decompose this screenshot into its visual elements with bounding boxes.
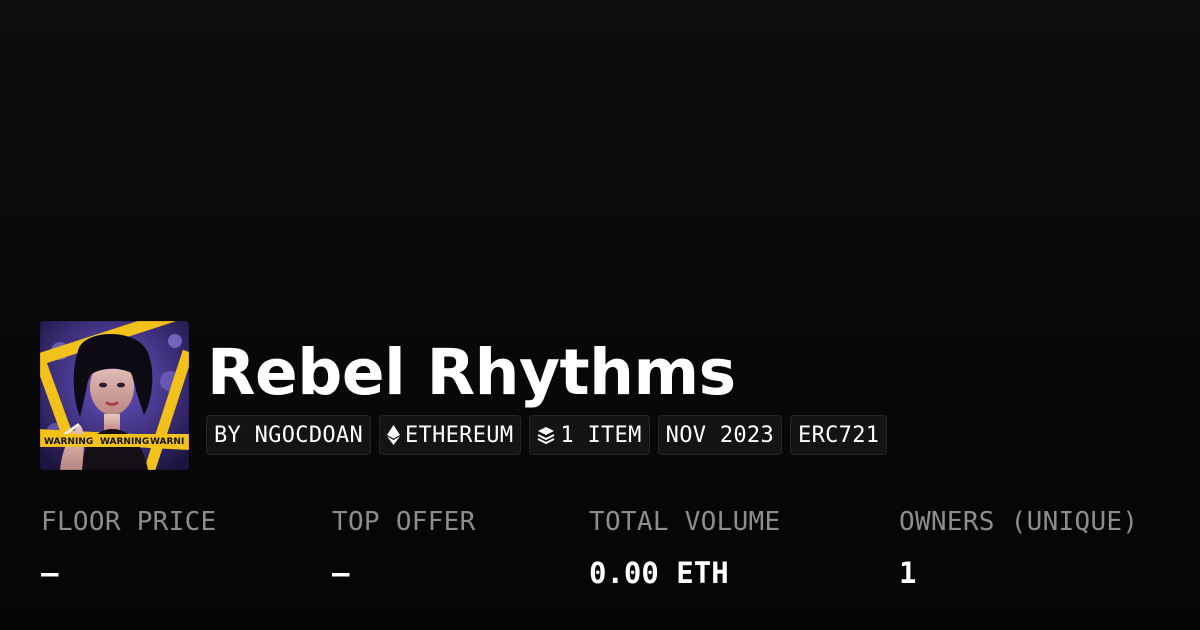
token-standard-label: ERC721 (798, 422, 880, 448)
created-date-label: NOV 2023 (665, 422, 775, 448)
collection-info-pills: BY NGOCDOAN ETHEREUM 1 ITEM NOV 2023 ERC… (206, 415, 888, 455)
item-count-label: 1 ITEM (560, 422, 642, 448)
stat-label: TOP OFFER (332, 507, 476, 537)
created-date-pill: NOV 2023 (657, 415, 783, 455)
stat-label: OWNERS (UNIQUE) (899, 507, 1139, 537)
stat-label: FLOOR PRICE (41, 507, 217, 537)
stat-value: – (332, 556, 350, 590)
collection-title: Rebel Rhythms (207, 336, 736, 409)
collection-artwork: WARNING WARNING WARNI (40, 321, 189, 470)
collection-avatar: WARNING WARNING WARNI (40, 321, 189, 470)
ethereum-icon (387, 425, 400, 445)
stat-total-volume: TOTAL VOLUME 0.00 ETH (589, 505, 780, 591)
avatar-banner-text: WARNING (44, 437, 93, 447)
chain-label: ETHEREUM (405, 422, 514, 448)
token-standard-pill: ERC721 (790, 415, 888, 455)
layers-icon (537, 426, 555, 444)
svg-text:WARNI: WARNI (150, 437, 184, 447)
stat-value: 0.00 ETH (589, 556, 729, 590)
stat-owners: OWNERS (UNIQUE) 1 (899, 505, 1138, 591)
item-count-pill: 1 ITEM (529, 415, 650, 455)
stat-value: 1 (899, 556, 917, 590)
svg-text:WARNING: WARNING (100, 437, 149, 447)
chain-pill: ETHEREUM (379, 415, 522, 455)
stat-value: – (41, 556, 59, 590)
stat-label: TOTAL VOLUME (589, 507, 781, 537)
stat-floor-price: FLOOR PRICE – (41, 505, 217, 591)
creator-pill[interactable]: BY NGOCDOAN (206, 415, 371, 455)
creator-label: BY NGOCDOAN (214, 422, 363, 448)
stat-top-offer: TOP OFFER – (332, 505, 476, 591)
